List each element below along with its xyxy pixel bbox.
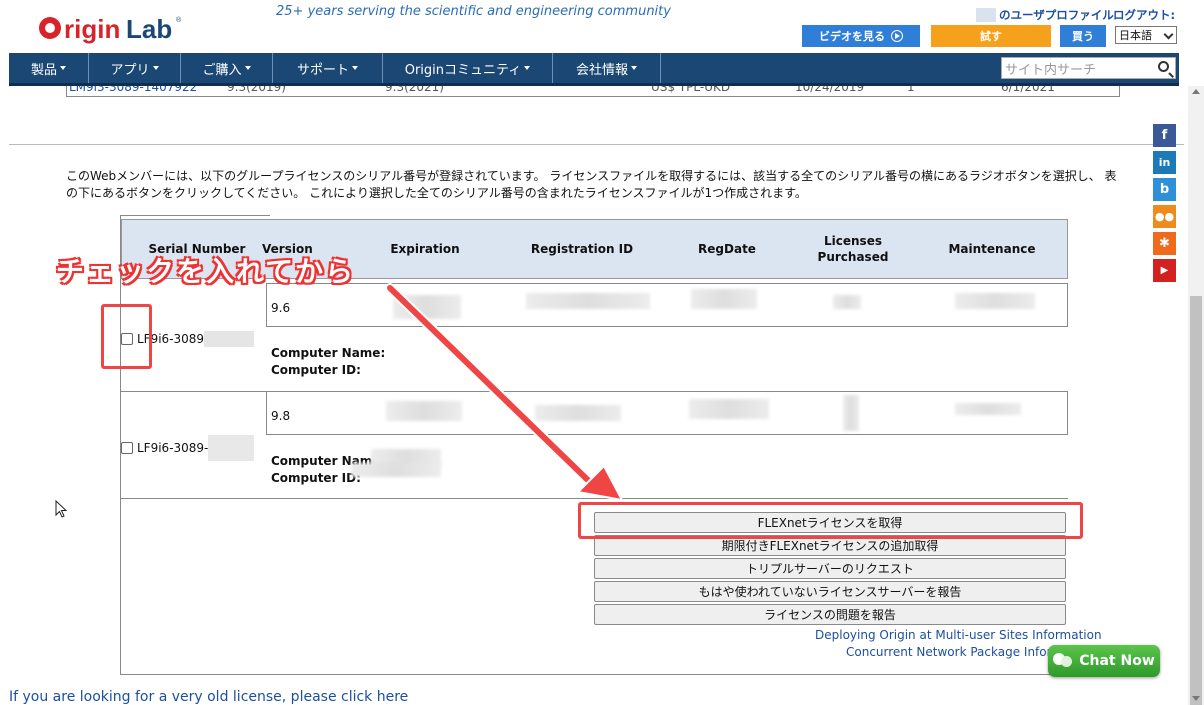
redacted-registration-id [535, 405, 621, 421]
prev-version: 9.3(2019) [227, 86, 286, 94]
community-icon[interactable]: ●● [1153, 205, 1176, 228]
redacted-maintenance [955, 293, 1035, 309]
prev-count: 1 [907, 86, 915, 94]
redacted-maintenance [955, 403, 1021, 415]
youtube-icon[interactable]: ▶ [1153, 259, 1176, 282]
linkedin-icon[interactable]: in [1153, 151, 1176, 174]
caret-down-icon [152, 66, 159, 70]
nav-purchase[interactable]: ご購入 [181, 53, 273, 83]
concurrent-network-link[interactable]: Concurrent Network Package Informat [846, 645, 1075, 659]
chat-bubbles-icon [1053, 652, 1073, 670]
nav-origin-community[interactable]: Originコミュニティ [383, 53, 553, 83]
serial-redacted [204, 331, 255, 347]
logout-link[interactable]: ログアウト: [1113, 7, 1175, 23]
col-maintenance: Maintenance [948, 242, 1036, 256]
chat-now-button[interactable]: Chat Now [1048, 645, 1160, 677]
scroll-down-icon[interactable] [1192, 696, 1200, 701]
row-version: 9.6 [271, 301, 291, 315]
profile-username-redacted [976, 8, 996, 22]
chevron-down-icon [1163, 29, 1174, 40]
report-unused-server-button[interactable]: もはや使われていないライセンスサーバーを報告 [594, 581, 1066, 602]
prev-maint: 6/1/2021 [1001, 86, 1055, 94]
report-license-problem-button[interactable]: ライセンスの問題を報告 [594, 604, 1066, 625]
language-select[interactable]: 日本語 [1115, 26, 1177, 44]
redacted-licenses [843, 395, 859, 431]
search-placeholder: サイト内サーチ [1005, 62, 1097, 78]
page-scrollbar[interactable] [1188, 86, 1204, 705]
caret-down-icon [244, 66, 251, 70]
col-expiration: Expiration [390, 242, 460, 256]
annotation-button-highlight [578, 502, 1083, 539]
col-licenses-purchased: Licenses Purchased [817, 234, 889, 264]
caret-down-icon [60, 66, 66, 70]
row-version: 9.8 [271, 409, 291, 423]
annotation-checkbox-highlight [101, 304, 152, 369]
computer-name-label: Computer Name: [271, 346, 386, 360]
triple-server-request-button[interactable]: トリプルサーバーのリクエスト [594, 558, 1066, 579]
language-selected: 日本語 [1119, 29, 1152, 42]
redacted-regdate [689, 399, 769, 419]
facebook-icon[interactable]: f [1153, 124, 1176, 147]
col-registration-id: Registration ID [530, 242, 634, 256]
redacted-regdate [691, 289, 757, 309]
deploying-origin-link[interactable]: Deploying Origin at Multi-user Sites Inf… [815, 628, 1102, 642]
prev-version2: 9.3(2021) [385, 86, 444, 94]
rss-icon[interactable]: ✱ [1153, 232, 1176, 255]
redacted-expiration [386, 401, 462, 421]
watch-video-button[interactable]: ビデオを見る [802, 25, 920, 47]
redacted-expiration [393, 295, 461, 319]
svg-text:rigin: rigin [64, 14, 120, 44]
annotation-label: チェックを入れてから [56, 255, 356, 288]
redacted-licenses [833, 295, 861, 309]
old-license-link[interactable]: If you are looking for a very old licens… [9, 689, 408, 705]
nav-apps[interactable]: アプリ [89, 53, 181, 83]
prev-serial[interactable]: LM9i3-3089-1407922 [69, 86, 197, 94]
redacted-computer-id [351, 463, 441, 477]
chat-now-label: Chat Now [1079, 653, 1155, 669]
svg-text:Lab: Lab [126, 14, 172, 44]
nav-products[interactable]: 製品 [9, 53, 89, 83]
blog-icon[interactable]: b [1153, 178, 1176, 201]
caret-down-icon [352, 66, 358, 70]
serial-redacted [208, 435, 255, 461]
computer-info: Computer Name: Computer ID: [271, 345, 385, 379]
watch-video-label: ビデオを見る [819, 30, 885, 43]
buy-button[interactable]: 買う [1060, 25, 1106, 47]
serial-number: LF9i6-3089- [137, 441, 209, 455]
computer-id-label: Computer ID: [271, 363, 361, 377]
serial-checkbox-2[interactable] [121, 442, 133, 454]
scroll-up-icon[interactable] [1192, 89, 1200, 94]
tagline: 25+ years serving the scientific and eng… [276, 4, 671, 19]
prev-type: US$ TPL-UKD [651, 86, 731, 94]
nav-support[interactable]: サポート [273, 53, 383, 83]
serial-cell: LF9i6-3089- [121, 435, 255, 461]
search-icon[interactable] [1158, 61, 1169, 72]
redacted-registration-id [526, 293, 650, 309]
try-button[interactable]: 試す [931, 25, 1051, 47]
previous-table-row: LM9i3-3089-1407922 9.3(2019) 9.3(2021) U… [66, 86, 1120, 97]
svg-text:®: ® [176, 16, 182, 24]
col-regdate: RegDate [698, 242, 756, 256]
site-search-input[interactable]: サイト内サーチ [1001, 57, 1176, 79]
intro-text: このWebメンバーには、以下のグループライセンスのシリアル番号が登録されています… [66, 169, 1117, 200]
table-row: 9.8 LF9i6-3089- Computer Name: Computer … [121, 391, 1068, 495]
prev-date: 10/24/2019 [795, 86, 865, 94]
table-row: 9.6 LF9i6-3089 Computer Name: Computer I… [121, 283, 1068, 387]
caret-down-icon [524, 66, 531, 70]
section-divider [9, 144, 1184, 145]
mouse-cursor-icon [55, 500, 68, 518]
user-profile-link[interactable]: のユーザプロファイル [999, 7, 1114, 23]
actions-divider [121, 498, 1068, 499]
play-icon [891, 30, 903, 42]
table-top-border [120, 215, 270, 216]
row-data-box [266, 283, 1068, 327]
nav-company[interactable]: 会社情報 [553, 53, 661, 83]
caret-down-icon [631, 66, 637, 70]
originlab-logo[interactable]: rigin Lab ® [36, 8, 188, 48]
scroll-thumb[interactable] [1190, 296, 1202, 705]
